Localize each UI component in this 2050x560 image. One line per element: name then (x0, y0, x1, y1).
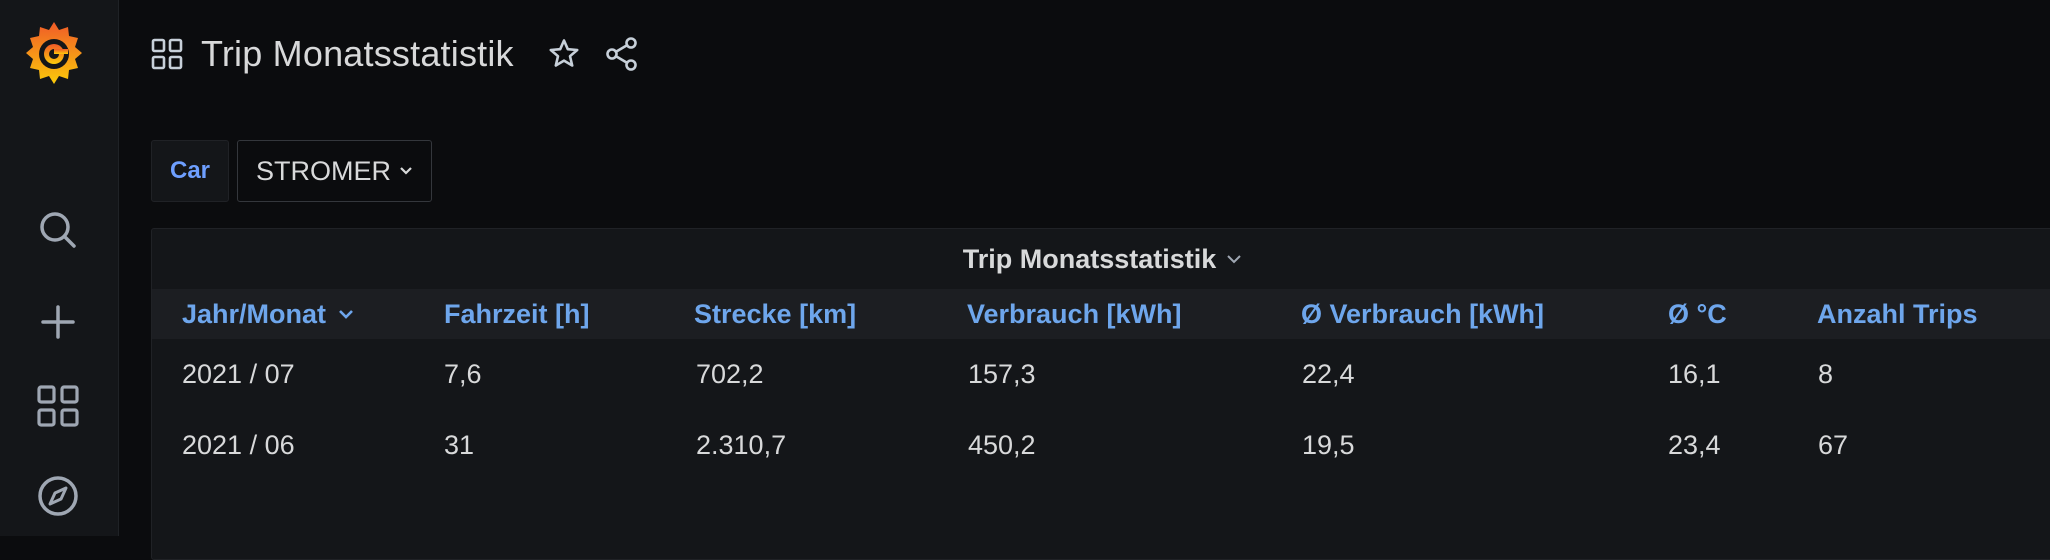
car-variable-select[interactable]: STROMER (237, 140, 433, 202)
column-header-jahr-monat[interactable]: Jahr/Monat (182, 289, 354, 339)
column-header-avg-temp[interactable]: Ø °C (1668, 289, 1727, 339)
panel-title[interactable]: Trip Monatsstatistik (152, 229, 2050, 289)
dashboard-header: Trip Monatsstatistik (151, 28, 660, 80)
column-header-verbrauch[interactable]: Verbrauch [kWh] (967, 289, 1182, 339)
table-cell: 8 (1818, 359, 1834, 389)
table-cell: 702,2 (696, 359, 764, 389)
chevron-down-icon (1226, 254, 1242, 264)
table-row: 2021 / 07 7,6 702,2 157,3 22,4 16,1 8 (152, 339, 2050, 410)
column-header-label: Strecke [km] (694, 298, 857, 329)
column-header-strecke[interactable]: Strecke [km] (694, 289, 856, 339)
table-cell: 157,3 (968, 359, 1036, 389)
table-panel: Trip Monatsstatistik Jahr/Monat Fahrzeit… (151, 228, 2050, 560)
table-cell: 23,4 (1668, 430, 1721, 460)
column-header-avg-verbrauch[interactable]: Ø Verbrauch [kWh] (1301, 289, 1544, 339)
plus-icon[interactable] (36, 300, 80, 344)
star-icon[interactable] (544, 34, 584, 74)
column-header-label: Jahr/Monat (182, 298, 327, 329)
panel-title-text: Trip Monatsstatistik (962, 243, 1217, 274)
table-cell: 2021 / 07 (182, 359, 295, 389)
table-cell: 2021 / 06 (182, 430, 295, 460)
column-header-label: Verbrauch [kWh] (967, 298, 1182, 329)
column-header-label: Anzahl Trips (1817, 298, 1978, 329)
table-cell: 16,1 (1668, 359, 1721, 389)
dashboards-icon[interactable] (36, 384, 80, 428)
table-cell: 22,4 (1302, 359, 1355, 389)
table-cell: 2.310,7 (696, 430, 787, 460)
sort-desc-icon (338, 309, 354, 319)
variable-bar: Car STROMER (151, 140, 433, 202)
main-content: Trip Monatsstatistik Car STROMER Trip Mo… (119, 0, 2050, 560)
search-icon[interactable] (36, 208, 80, 252)
table-header: Jahr/Monat Fahrzeit [h] Strecke [km] Ver… (152, 289, 2050, 339)
car-variable-value: STROMER (256, 155, 392, 186)
chevron-down-icon (399, 166, 413, 176)
dashboard-grid-icon (151, 37, 185, 71)
page-title[interactable]: Trip Monatsstatistik (201, 33, 514, 75)
column-header-label: Fahrzeit [h] (444, 298, 590, 329)
grafana-logo-icon[interactable] (22, 18, 86, 86)
column-header-fahrzeit[interactable]: Fahrzeit [h] (444, 289, 590, 339)
share-icon[interactable] (602, 34, 642, 74)
table-cell: 450,2 (968, 430, 1036, 460)
column-header-label: Ø °C (1668, 298, 1727, 329)
column-header-anzahl-trips[interactable]: Anzahl Trips (1817, 289, 1978, 339)
table-cell: 67 (1818, 430, 1849, 460)
sidebar (0, 0, 119, 536)
table-cell: 31 (444, 430, 475, 460)
table-row: 2021 / 06 31 2.310,7 450,2 19,5 23,4 67 (152, 410, 2050, 481)
explore-compass-icon[interactable] (36, 474, 80, 518)
variable-label: Car (151, 140, 230, 202)
table-cell: 19,5 (1302, 430, 1355, 460)
column-header-label: Ø Verbrauch [kWh] (1301, 298, 1545, 329)
table-cell: 7,6 (444, 359, 482, 389)
